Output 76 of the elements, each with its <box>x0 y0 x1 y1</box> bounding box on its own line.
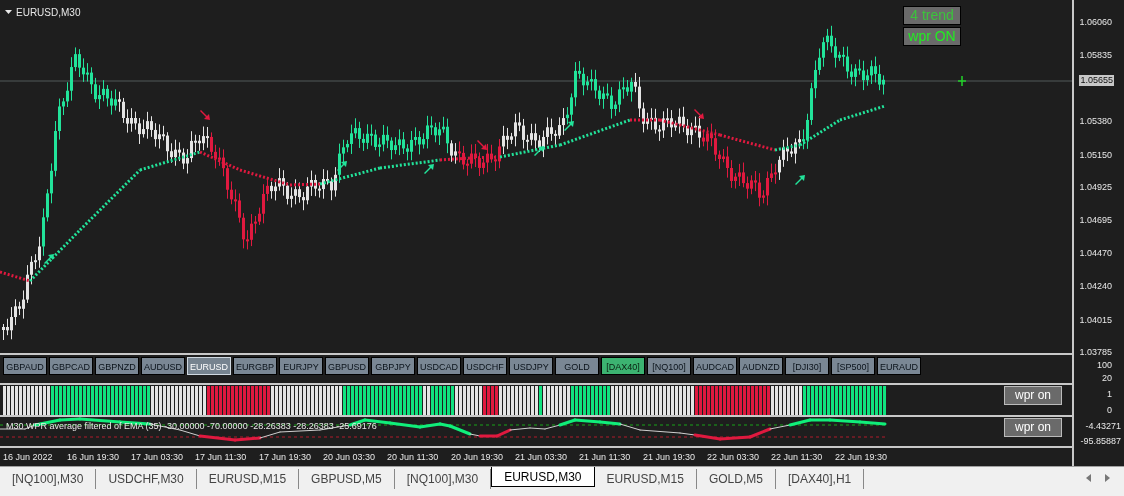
scroll-right-icon[interactable] <box>1105 474 1110 482</box>
price-label: 1.04925 <box>1079 182 1112 192</box>
symbol-button[interactable]: USDJPY <box>509 357 553 375</box>
arrow-up-right-icon <box>795 175 805 185</box>
price-label: 1.03785 <box>1079 347 1112 357</box>
symbol-button[interactable]: GOLD <box>555 357 599 375</box>
arrow-up-right-icon <box>44 254 54 264</box>
price-label: 1.04015 <box>1079 315 1112 325</box>
symbol-button[interactable]: EURAUD <box>877 357 921 375</box>
price-label: 1.05835 <box>1079 50 1112 60</box>
symbol-button[interactable]: AUDUSD <box>141 357 185 375</box>
arrow-down-right-icon <box>200 110 210 120</box>
chart-tab[interactable]: [DAX40],H1 <box>775 469 865 489</box>
time-label: 21 Jun 11:30 <box>579 451 631 464</box>
arrow-up-right-icon <box>534 146 544 156</box>
chart-tab[interactable]: GBPUSD,M5 <box>299 469 395 489</box>
price-label: 1.04695 <box>1079 215 1112 225</box>
time-label: 22 Jun 11:30 <box>771 451 823 464</box>
symbol-button[interactable]: [DJI30] <box>785 357 829 375</box>
symbol-button[interactable]: GBPUSD <box>325 357 369 375</box>
chart-tab[interactable]: USDCHF,M30 <box>96 469 197 489</box>
time-label: 16 Jun 19:30 <box>67 451 120 464</box>
wpr-button[interactable]: wpr on <box>1004 418 1062 437</box>
arrow-up-right-icon <box>564 121 574 131</box>
arrow-up-right-icon <box>337 161 347 171</box>
symbol-button[interactable]: USDCHF <box>463 357 507 375</box>
symbol-button[interactable]: GBPJPY <box>371 357 415 375</box>
time-label: 21 Jun 19:30 <box>643 451 696 464</box>
symbol-button[interactable]: AUDCAD <box>693 357 737 375</box>
symbol-button[interactable]: GBPNZD <box>95 357 139 375</box>
axis-label: -4.43271 <box>1085 421 1121 431</box>
chart-tab[interactable]: EURUSD,M15 <box>196 469 300 489</box>
time-label: 16 Jun 2022 <box>3 451 53 464</box>
symbol-button[interactable]: EURUSD <box>187 357 231 375</box>
chart-tab[interactable]: EURUSD,M15 <box>594 469 697 489</box>
time-label: 22 Jun 19:30 <box>835 451 888 464</box>
axis-label: 20 <box>1102 373 1112 383</box>
symbol-button[interactable]: GBPAUD <box>3 357 47 375</box>
price-label: 1.04240 <box>1079 281 1112 291</box>
toggle-button[interactable]: wpr ON <box>903 27 961 46</box>
time-label: 17 Jun 11:30 <box>195 451 247 464</box>
arrow-down-right-icon <box>477 140 487 150</box>
chart-title: EURUSD,M30 <box>16 6 81 20</box>
time-label: 20 Jun 03:30 <box>323 451 376 464</box>
time-label: 22 Jun 03:30 <box>707 451 760 464</box>
axis-label: 1 <box>1107 389 1112 399</box>
time-label: 17 Jun 19:30 <box>259 451 312 464</box>
price-label: 1.05150 <box>1079 150 1112 160</box>
crosshair-icon <box>957 75 967 87</box>
chart-tab[interactable]: [NQ100],M30 <box>0 469 97 489</box>
price-label: 1.06060 <box>1079 17 1112 27</box>
symbol-button[interactable]: [SP500] <box>831 357 875 375</box>
symbol-button[interactable]: USDCAD <box>417 357 461 375</box>
price-label: 1.04470 <box>1079 248 1112 258</box>
time-label: 21 Jun 03:30 <box>515 451 568 464</box>
symbol-button[interactable]: [NQ100] <box>647 357 691 375</box>
time-label: 17 Jun 03:30 <box>131 451 184 464</box>
time-label: 20 Jun 11:30 <box>387 451 439 464</box>
symbol-button[interactable]: AUDNZD <box>739 357 783 375</box>
symbol-button[interactable]: EURGBP <box>233 357 277 375</box>
symbol-button[interactable]: [DAX40] <box>601 357 645 375</box>
symbol-button[interactable]: GBPCAD <box>49 357 93 375</box>
dropdown-icon[interactable] <box>5 10 12 14</box>
time-label: 20 Jun 19:30 <box>451 451 504 464</box>
arrow-up-right-icon <box>424 164 434 174</box>
symbol-button[interactable]: EURJPY <box>279 357 323 375</box>
arrow-down-right-icon <box>694 109 704 119</box>
axis-label: 0 <box>1107 405 1112 415</box>
chart-tab[interactable]: GOLD,M5 <box>696 469 776 489</box>
scroll-left-icon[interactable] <box>1086 474 1091 482</box>
price-label: 1.05380 <box>1079 116 1112 126</box>
axis-label: -95.85887 <box>1080 436 1121 446</box>
wpr-button[interactable]: wpr on <box>1004 386 1062 405</box>
axis-label: 100 <box>1096 360 1112 370</box>
current-price-label: 1.05655 <box>1079 75 1114 86</box>
chart-tab[interactable]: EURUSD,M30 <box>491 467 595 487</box>
